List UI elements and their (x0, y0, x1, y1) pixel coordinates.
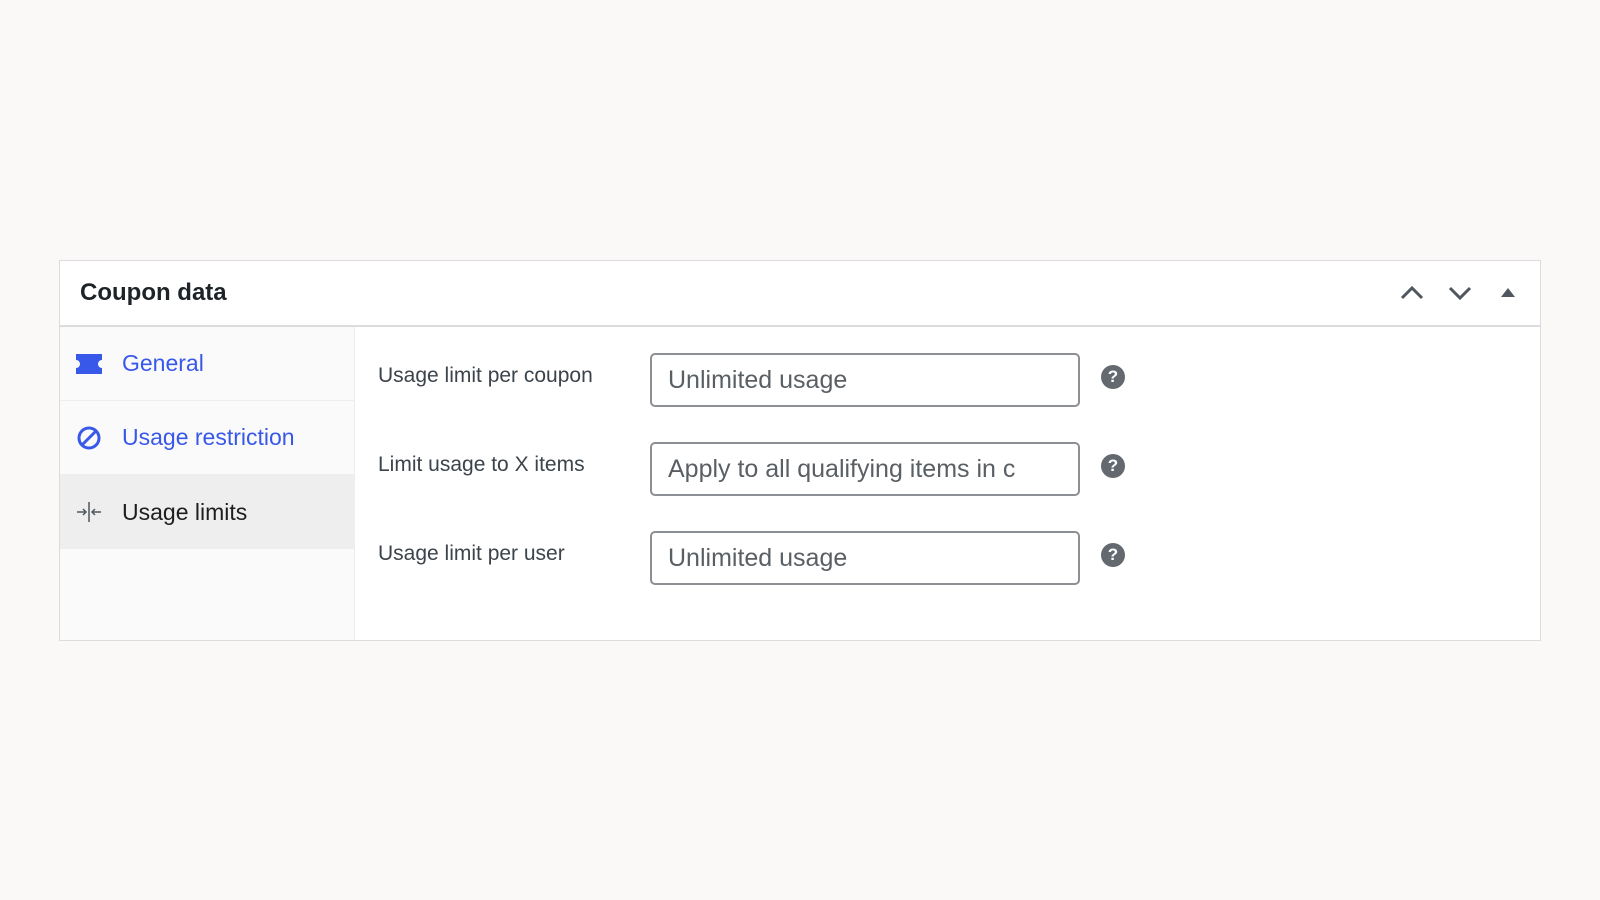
help-icon[interactable]: ? (1101, 543, 1125, 567)
tab-general[interactable]: General (60, 327, 354, 401)
limit-usage-to-x-items-input[interactable] (650, 442, 1080, 496)
panel-body: General Usage restriction Usage limits U… (60, 327, 1540, 640)
panel-controls (1392, 273, 1528, 313)
arrows-in-icon (76, 499, 102, 525)
help-icon[interactable]: ? (1101, 365, 1125, 389)
limit-usage-to-x-items-label: Limit usage to X items (378, 453, 585, 476)
panel-header: Coupon data (60, 261, 1540, 327)
usage-limit-per-user-input[interactable] (650, 531, 1080, 585)
tab-usage-limits[interactable]: Usage limits (60, 475, 354, 549)
field-row-limit-usage-to-x-items: Limit usage to X items ? (378, 442, 1540, 531)
panel-title: Coupon data (80, 279, 227, 306)
usage-limit-per-user-label: Usage limit per user (378, 542, 565, 565)
tab-label: Usage restriction (122, 424, 295, 450)
usage-limits-fields: Usage limit per coupon ? Limit usage to … (355, 327, 1540, 640)
field-row-usage-limit-per-coupon: Usage limit per coupon ? (378, 353, 1540, 442)
coupon-tabs: General Usage restriction Usage limits (60, 327, 355, 640)
move-up-button[interactable] (1392, 273, 1432, 313)
coupon-data-panel: Coupon data General Usage restriction Us… (59, 260, 1541, 641)
tab-usage-restriction[interactable]: Usage restriction (60, 401, 354, 475)
tab-label: Usage limits (122, 498, 248, 525)
triangle-up-icon (1501, 288, 1515, 297)
toggle-panel-button[interactable] (1488, 273, 1528, 313)
usage-limit-per-coupon-input[interactable] (650, 353, 1080, 407)
ticket-icon (76, 351, 102, 377)
field-row-usage-limit-per-user: Usage limit per user ? (378, 531, 1540, 620)
move-down-button[interactable] (1440, 273, 1480, 313)
no-entry-icon (76, 425, 102, 451)
chevron-down-icon (1448, 286, 1472, 301)
chevron-up-icon (1400, 285, 1424, 300)
tab-label: General (122, 350, 204, 376)
usage-limit-per-coupon-label: Usage limit per coupon (378, 364, 593, 387)
help-icon[interactable]: ? (1101, 454, 1125, 478)
